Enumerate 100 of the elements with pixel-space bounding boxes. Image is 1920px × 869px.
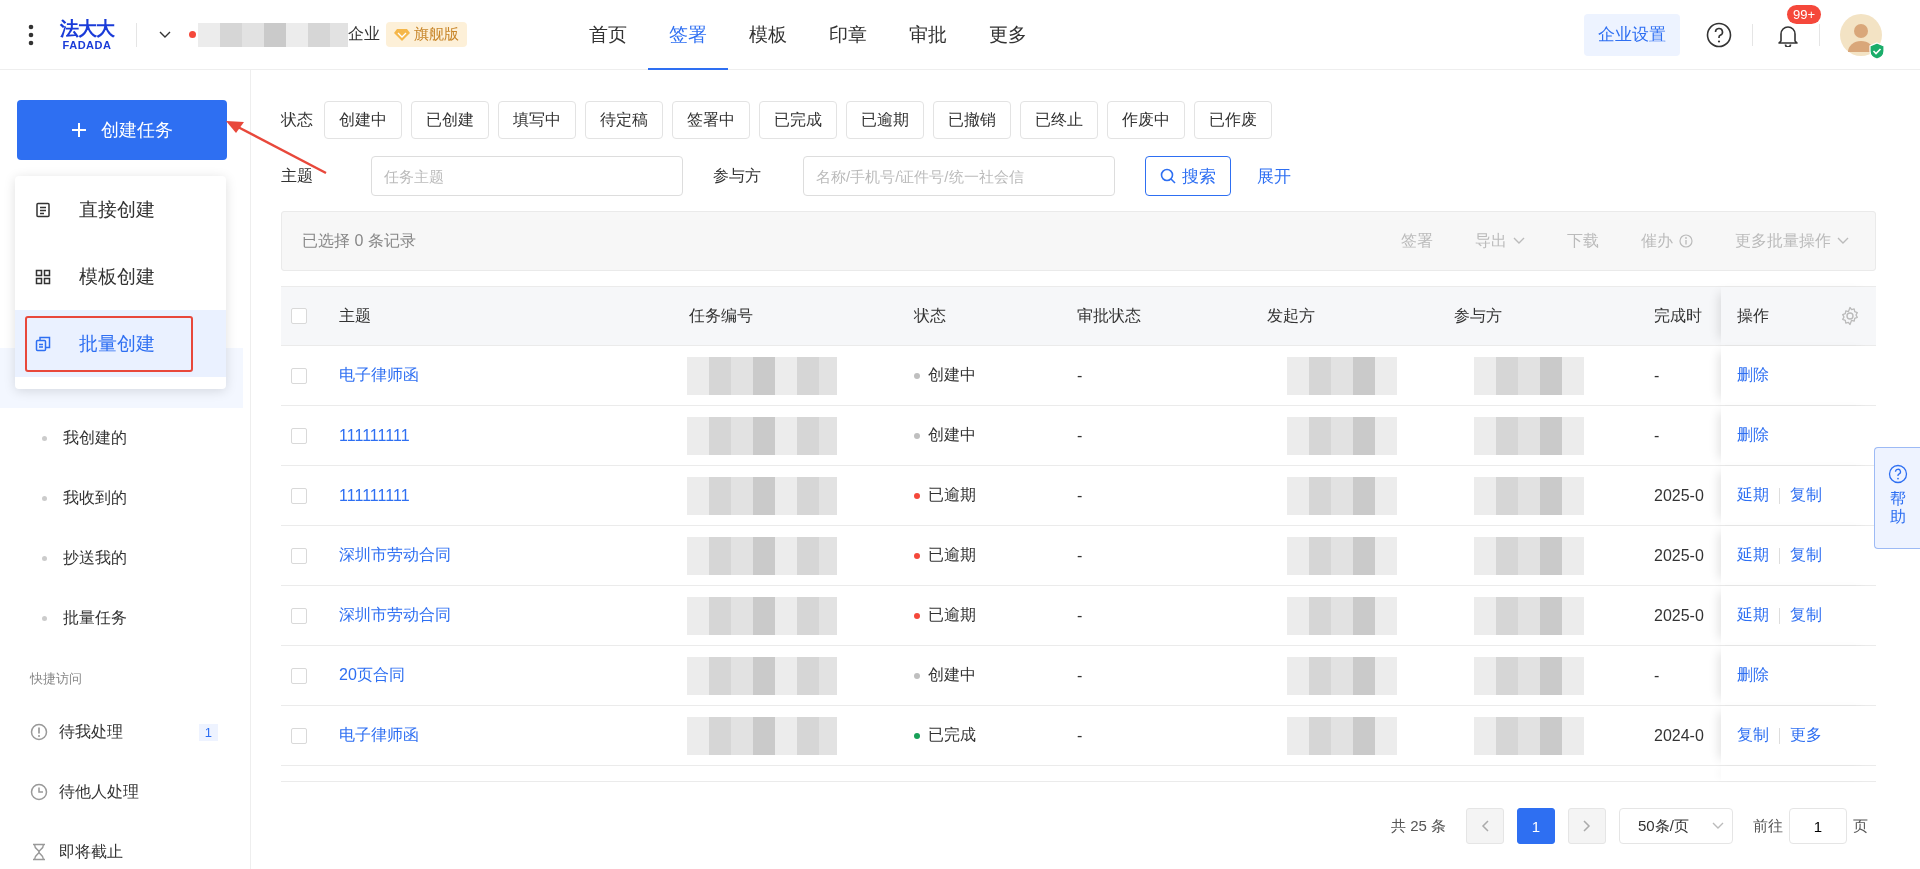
- sidebar-item[interactable]: 我收到的: [0, 468, 250, 528]
- page-button[interactable]: 1: [1517, 808, 1555, 844]
- row-checkbox[interactable]: [291, 727, 307, 744]
- notification-badge: 99+: [1787, 4, 1822, 24]
- row-action-link[interactable]: 删除: [1737, 365, 1769, 386]
- row-action-link[interactable]: 延期: [1737, 485, 1769, 506]
- info-icon: [1679, 234, 1693, 248]
- menu-item[interactable]: 批量创建: [15, 310, 226, 377]
- copies-icon: [35, 335, 51, 352]
- column-header: 状态: [914, 305, 946, 326]
- task-subject-link[interactable]: 20页合同: [339, 665, 405, 686]
- expand-link[interactable]: 展开: [1257, 164, 1291, 188]
- page-size-select[interactable]: 50条/页: [1619, 808, 1733, 844]
- chevron-left-icon: [1481, 820, 1489, 832]
- clock-icon: [30, 783, 48, 801]
- hourglass-icon: [30, 843, 48, 861]
- status-filter-chip[interactable]: 作废中: [1107, 101, 1185, 139]
- task-subject-link[interactable]: 电子律师函: [339, 725, 419, 746]
- row-checkbox[interactable]: [291, 607, 307, 624]
- row-action-link[interactable]: 延期: [1737, 545, 1769, 566]
- task-subject-link[interactable]: 111111111: [339, 486, 410, 505]
- company-switcher[interactable]: 企业 旗舰版: [159, 22, 467, 47]
- select-all-checkbox[interactable]: [291, 308, 307, 324]
- row-action-link[interactable]: 删除: [1737, 425, 1769, 446]
- column-header: 操作: [1737, 305, 1769, 326]
- settings-icon[interactable]: [1840, 306, 1860, 326]
- nav-tab[interactable]: 首页: [568, 0, 648, 70]
- row-checkbox[interactable]: [291, 547, 307, 564]
- table-cell: -: [1077, 726, 1083, 745]
- row-action-link[interactable]: 复制: [1790, 485, 1822, 506]
- table-cell: -: [1077, 486, 1083, 505]
- column-header: 完成时: [1654, 305, 1702, 326]
- status-filter-chip[interactable]: 已创建: [411, 101, 489, 139]
- task-subject-link[interactable]: 深圳市劳动合同: [339, 545, 451, 566]
- status-filter-chip[interactable]: 待定稿: [585, 101, 663, 139]
- status-filter-chip[interactable]: 已完成: [759, 101, 837, 139]
- status-filter-chip[interactable]: 已逾期: [846, 101, 924, 139]
- quick-access-item[interactable]: 即将截止: [0, 822, 250, 869]
- table-cell: -: [1077, 606, 1083, 625]
- row-action-link[interactable]: 删除: [1737, 665, 1769, 686]
- previous-page-button[interactable]: [1466, 808, 1504, 844]
- field-label: 状态: [281, 109, 313, 130]
- chevron-down-icon: [159, 30, 171, 39]
- notice-dot: [189, 31, 196, 38]
- help-icon[interactable]: [1706, 21, 1732, 48]
- create-task-button[interactable]: 创建任务: [17, 100, 227, 160]
- document-icon: [35, 201, 51, 218]
- subject-input[interactable]: 任务主题: [371, 156, 683, 196]
- next-page-button[interactable]: [1568, 808, 1606, 844]
- avatar[interactable]: [1840, 13, 1882, 56]
- row-action-link[interactable]: 复制: [1737, 725, 1769, 746]
- sidebar-item[interactable]: 抄送我的: [0, 528, 250, 588]
- brand-logo[interactable]: 法大大 FADADA: [60, 18, 114, 51]
- search-icon: [1160, 168, 1176, 184]
- table-cell: -: [1077, 546, 1083, 565]
- enterprise-settings-button[interactable]: 企业设置: [1584, 13, 1680, 56]
- menu-item[interactable]: 模板创建: [15, 243, 226, 310]
- task-subject-link[interactable]: 深圳市劳动合同: [339, 605, 451, 626]
- table-cell: 2025-0: [1654, 546, 1704, 565]
- nav-tab[interactable]: 更多: [968, 0, 1048, 70]
- sidebar-item[interactable]: 批量任务: [0, 588, 250, 648]
- nav-tab[interactable]: 审批: [888, 0, 968, 70]
- selection-summary: 已选择 0 条记录: [302, 230, 416, 251]
- row-checkbox[interactable]: [291, 487, 307, 504]
- status-filter-chip[interactable]: 已终止: [1020, 101, 1098, 139]
- column-header: 发起方: [1267, 305, 1315, 326]
- task-subject-link[interactable]: 电子律师函: [339, 365, 419, 386]
- status-filter-chip[interactable]: 已撤销: [933, 101, 1011, 139]
- search-button[interactable]: 搜索: [1145, 156, 1231, 196]
- alert-icon: [30, 723, 48, 741]
- row-action-link[interactable]: 复制: [1790, 545, 1822, 566]
- grid-icon: [35, 268, 51, 285]
- row-checkbox[interactable]: [291, 367, 307, 384]
- status-text: 已逾期: [928, 485, 976, 505]
- sidebar-item[interactable]: 我创建的: [0, 408, 250, 468]
- status-filter-chip[interactable]: 签署中: [672, 101, 750, 139]
- table-cell: -: [1077, 426, 1083, 445]
- status-filter-chip[interactable]: 填写中: [498, 101, 576, 139]
- more-vertical-icon[interactable]: [28, 23, 34, 46]
- nav-tab[interactable]: 印章: [808, 0, 888, 70]
- help-tab[interactable]: 帮助: [1874, 447, 1920, 549]
- page-suffix: 页: [1853, 816, 1868, 836]
- status-text: 创建中: [928, 665, 976, 685]
- table-cell: 2024-0: [1654, 726, 1704, 745]
- task-subject-link[interactable]: 111111111: [339, 426, 410, 445]
- nav-tab[interactable]: 模板: [728, 0, 808, 70]
- row-action-link[interactable]: 延期: [1737, 605, 1769, 626]
- row-checkbox[interactable]: [291, 667, 307, 684]
- status-filter-chip[interactable]: 已作废: [1194, 101, 1272, 139]
- page-number-input[interactable]: 1: [1789, 808, 1847, 844]
- quick-access-item[interactable]: 待我处理 1: [0, 702, 250, 762]
- table-cell: -: [1654, 366, 1660, 385]
- quick-access-item[interactable]: 待他人处理: [0, 762, 250, 822]
- goto-label: 前往: [1753, 816, 1783, 836]
- status-filter-chip[interactable]: 创建中: [324, 101, 402, 139]
- row-action-link[interactable]: 更多: [1790, 725, 1822, 746]
- menu-item[interactable]: 直接创建: [15, 176, 226, 243]
- row-action-link[interactable]: 复制: [1790, 605, 1822, 626]
- nav-tab[interactable]: 签署: [648, 0, 728, 70]
- row-checkbox[interactable]: [291, 427, 307, 444]
